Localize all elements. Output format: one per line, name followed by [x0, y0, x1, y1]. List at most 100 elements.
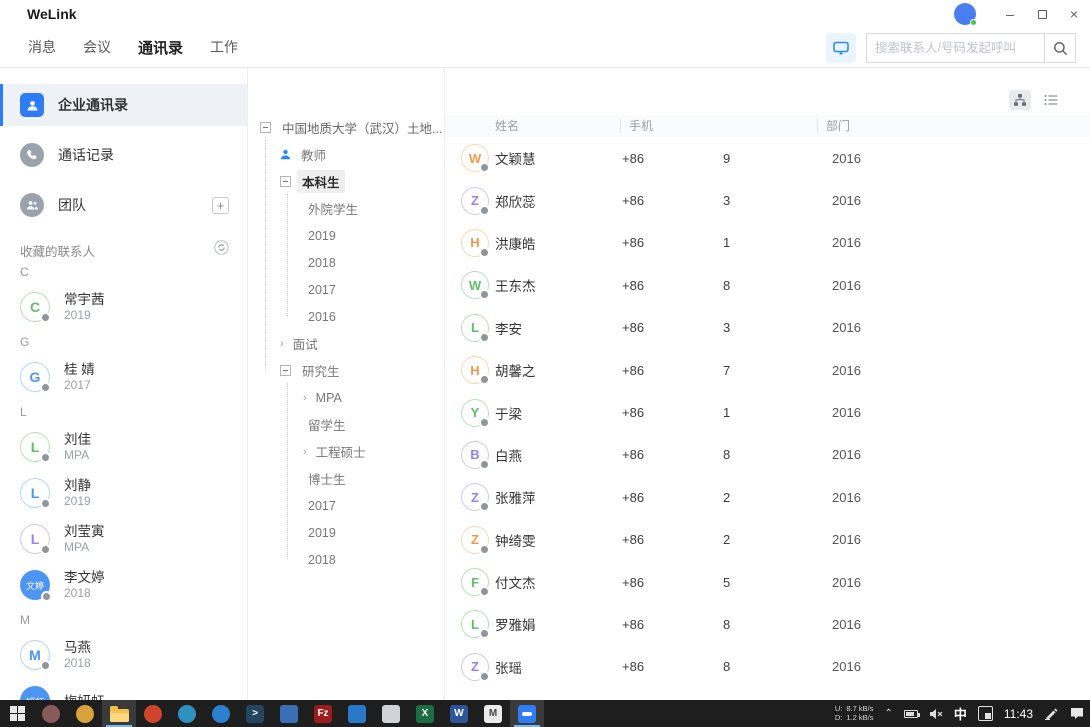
tree-node[interactable]: ›MPA	[248, 384, 444, 411]
welink-icon[interactable]	[510, 700, 544, 727]
tree-node[interactable]: 中国地质大学（武汉）土地...	[248, 114, 444, 141]
tab-contacts[interactable]: 通讯录	[138, 37, 183, 58]
app-m-icon[interactable]: M	[476, 700, 510, 727]
folder-icon	[110, 709, 129, 722]
action-center-icon[interactable]	[1070, 707, 1084, 720]
powershell-icon[interactable]: >	[238, 700, 272, 727]
member-name: 洪康皓	[495, 233, 620, 253]
sidebar-item-call-log[interactable]: 通话记录	[0, 134, 247, 176]
taskbar-clock[interactable]: 11:43	[1004, 707, 1033, 721]
network-speed-indicator[interactable]: U: D: 8.7 kB/s 1.2 kB/s	[835, 705, 874, 722]
app-brush-icon[interactable]	[34, 700, 68, 727]
collapse-icon[interactable]	[260, 122, 271, 133]
tree-node[interactable]: 博士生	[248, 465, 444, 492]
list-view-button[interactable]	[1040, 90, 1062, 110]
contact-avatar: 文婷	[20, 570, 50, 600]
favorite-contact[interactable]: M马燕2018	[0, 632, 247, 678]
search-app-icon[interactable]	[204, 700, 238, 727]
table-row[interactable]: B白燕+8682016	[445, 434, 1090, 476]
close-button[interactable]: ×	[1058, 0, 1090, 28]
sidebar-item-corp-directory[interactable]: 企业通讯录	[0, 84, 247, 126]
table-row[interactable]: H洪康皓+8612016	[445, 222, 1090, 264]
collapse-icon[interactable]	[280, 365, 291, 376]
main-tabs: 消息 会议 通讯录 工作	[0, 37, 238, 58]
contact-name: 李文婷	[64, 569, 105, 586]
table-row[interactable]: W王东杰+8682016	[445, 264, 1090, 306]
tree-node[interactable]: 2019	[248, 519, 444, 546]
ime-language-indicator[interactable]: 中	[954, 704, 967, 723]
member-name: 钟绮雯	[495, 530, 620, 550]
tab-meetings[interactable]: 会议	[83, 37, 111, 58]
restore-button[interactable]	[1026, 0, 1058, 28]
tree-node[interactable]: ›工程硕士	[248, 438, 444, 465]
hidden-icons-chevron[interactable]: ⌃	[884, 708, 892, 719]
member-avatar: L	[461, 314, 489, 342]
pen-input-icon[interactable]	[1044, 707, 1059, 720]
table-row[interactable]: Y于梁+8612016	[445, 391, 1090, 433]
battery-icon[interactable]	[904, 710, 918, 718]
tree-node[interactable]: 2017	[248, 492, 444, 519]
tab-work[interactable]: 工作	[210, 37, 238, 58]
table-row[interactable]: Z钟绮雯+8622016	[445, 519, 1090, 561]
file-explorer-icon[interactable]	[102, 700, 136, 727]
tree-node[interactable]: 2018	[248, 546, 444, 573]
collapse-icon[interactable]	[280, 176, 291, 187]
tree-node[interactable]: 2019	[248, 222, 444, 249]
favorite-contact[interactable]: C常宇茜2019	[0, 284, 247, 330]
search-button[interactable]	[1044, 33, 1076, 63]
search-input[interactable]	[866, 33, 1044, 63]
minimize-button[interactable]: –	[994, 0, 1026, 28]
ime-mode-icon[interactable]	[978, 706, 993, 721]
tree-node[interactable]: ›面试	[248, 330, 444, 357]
photos-icon[interactable]	[340, 700, 374, 727]
org-chart-view-button[interactable]	[1009, 90, 1031, 110]
tree-node[interactable]: 本科生	[248, 168, 444, 195]
tree-node-label: 2017	[303, 497, 341, 515]
expand-icon[interactable]: ›	[303, 446, 307, 458]
tree-node[interactable]: 研究生	[248, 357, 444, 384]
filezilla-icon[interactable]: Fz	[306, 700, 340, 727]
favorite-contact[interactable]: 妍虹梅妍虹	[0, 678, 247, 700]
table-row[interactable]: W文颖慧+8692016	[445, 137, 1090, 179]
member-avatar: Z	[461, 483, 489, 511]
header-spacer	[445, 119, 495, 133]
app-gray-icon[interactable]	[374, 700, 408, 727]
sync-icon[interactable]	[214, 240, 229, 260]
table-row[interactable]: Z张瑶+8682016	[445, 646, 1090, 688]
favorite-contact[interactable]: L刘静2019	[0, 470, 247, 516]
tree-node[interactable]: 留学生	[248, 411, 444, 438]
tree-node[interactable]: 2016	[248, 303, 444, 330]
tab-messages[interactable]: 消息	[28, 37, 56, 58]
table-row[interactable]: F付文杰+8652016	[445, 561, 1090, 603]
volume-muted-icon[interactable]	[929, 708, 943, 720]
user-avatar[interactable]	[954, 3, 976, 25]
app-glyph: X	[416, 705, 434, 723]
expand-icon[interactable]: ›	[303, 392, 307, 404]
tree-node[interactable]: 外院学生	[248, 195, 444, 222]
tree-node[interactable]: 2017	[248, 276, 444, 303]
table-row[interactable]: H胡馨之+8672016	[445, 349, 1090, 391]
app-map-icon[interactable]	[272, 700, 306, 727]
sidebar-item-teams[interactable]: 团队 +	[0, 184, 247, 226]
expand-icon[interactable]: ›	[280, 338, 284, 350]
favorite-contact[interactable]: 文婷李文婷2018	[0, 562, 247, 608]
tree-node[interactable]: 2018	[248, 249, 444, 276]
screen-share-button[interactable]	[826, 33, 856, 63]
table-row[interactable]: Z张雅萍+8622016	[445, 476, 1090, 518]
table-row[interactable]: Z郑欣蕊+8632016	[445, 179, 1090, 221]
favorite-contact[interactable]: L刘莹寅MPA	[0, 516, 247, 562]
edge-browser-icon[interactable]	[170, 700, 204, 727]
contact-texts: 梅妍虹	[64, 693, 105, 701]
table-row[interactable]: L罗雅娟+8682016	[445, 603, 1090, 645]
app-red-icon[interactable]	[136, 700, 170, 727]
word-icon[interactable]: W	[442, 700, 476, 727]
tree-node[interactable]: 教师	[248, 141, 444, 168]
app-gold-icon[interactable]	[68, 700, 102, 727]
favorite-contact[interactable]: G桂 婧2017	[0, 354, 247, 400]
table-row[interactable]: L李安+8632016	[445, 307, 1090, 349]
favorite-contact[interactable]: L刘佳MPA	[0, 424, 247, 470]
add-team-button[interactable]: +	[212, 197, 229, 214]
excel-icon[interactable]: X	[408, 700, 442, 727]
org-tree: 中国地质大学（武汉）土地...教师本科生外院学生2019201820172016…	[248, 114, 444, 573]
start-icon[interactable]	[0, 700, 34, 727]
